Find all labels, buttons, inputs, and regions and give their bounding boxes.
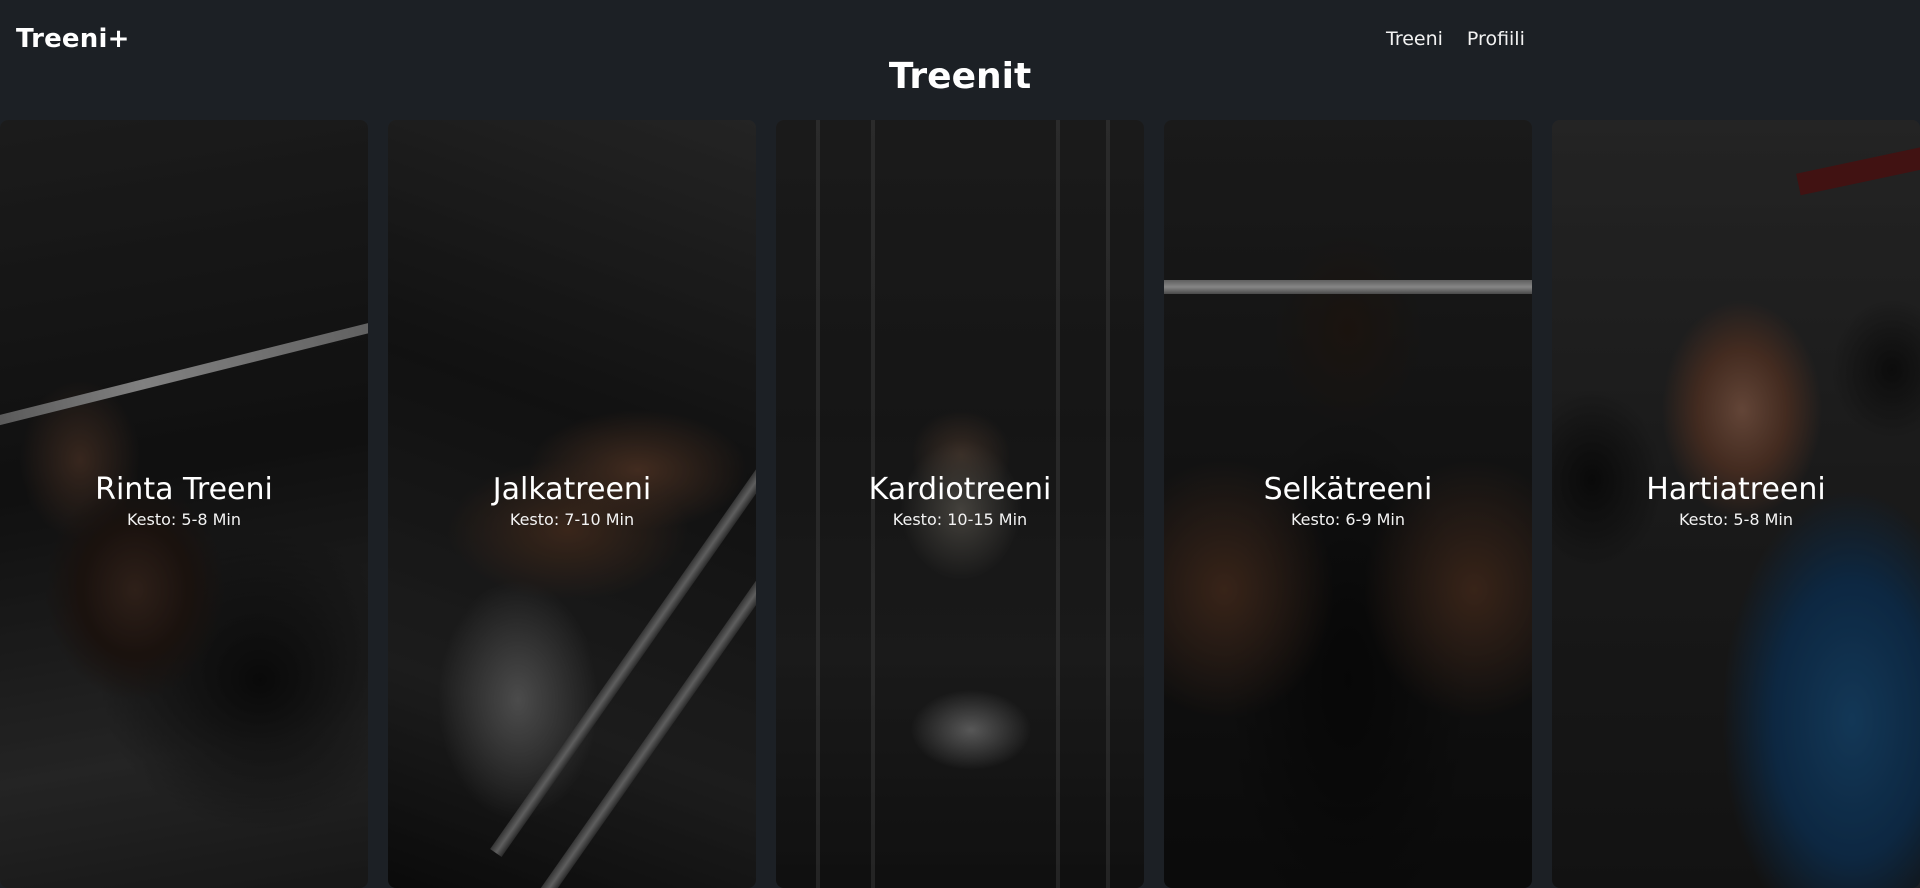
workout-label: Selkätreeni Kesto: 6-9 Min [1164,472,1532,529]
workout-card-list: Rinta Treeni Kesto: 5-8 Min Jalkatreeni … [0,120,1920,888]
top-bar: Treeni+ Treeni Profiili Treenit [0,0,1920,118]
workout-name: Jalkatreeni [492,472,652,507]
workout-name: Rinta Treeni [95,472,273,507]
workout-name: Selkätreeni [1263,472,1433,507]
workout-duration: Kesto: 5-8 Min [126,510,242,529]
workout-card-back[interactable]: Selkätreeni Kesto: 6-9 Min [1164,120,1532,888]
workout-duration: Kesto: 7-10 Min [509,510,635,529]
brand-logo[interactable]: Treeni+ [16,24,130,54]
workout-label: Jalkatreeni Kesto: 7-10 Min [388,472,756,529]
workout-card-shoulders[interactable]: Hartiatreeni Kesto: 5-8 Min [1552,120,1920,888]
main-nav: Treeni Profiili [1386,28,1525,50]
nav-link-treeni[interactable]: Treeni [1386,28,1443,50]
workout-card-cardio[interactable]: Kardiotreeni Kesto: 10-15 Min [776,120,1144,888]
workout-label: Kardiotreeni Kesto: 10-15 Min [776,472,1144,529]
workout-label: Rinta Treeni Kesto: 5-8 Min [0,472,368,529]
workout-name: Hartiatreeni [1646,472,1826,507]
nav-link-profiili[interactable]: Profiili [1467,28,1525,50]
page-title: Treenit [888,56,1032,97]
workout-card-legs[interactable]: Jalkatreeni Kesto: 7-10 Min [388,120,756,888]
workout-duration: Kesto: 5-8 Min [1678,510,1794,529]
workout-duration: Kesto: 10-15 Min [892,510,1028,529]
workout-name: Kardiotreeni [868,472,1052,507]
workout-label: Hartiatreeni Kesto: 5-8 Min [1552,472,1920,529]
workout-card-chest[interactable]: Rinta Treeni Kesto: 5-8 Min [0,120,368,888]
workout-duration: Kesto: 6-9 Min [1290,510,1406,529]
